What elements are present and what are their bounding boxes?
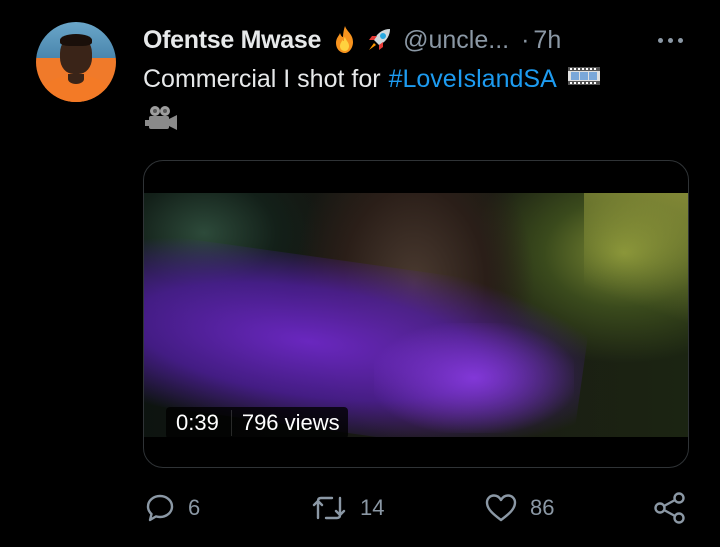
- author-name[interactable]: Ofentse Mwase: [143, 26, 321, 55]
- avatar-hair: [60, 34, 92, 46]
- reply-button[interactable]: 6: [144, 490, 200, 526]
- like-count: 86: [530, 495, 555, 520]
- tweet-text-prefix: Commercial I shot for: [143, 65, 381, 93]
- retweet-icon: [312, 496, 346, 520]
- author-emojis: [329, 24, 395, 56]
- separator-dot: ·: [521, 25, 530, 54]
- retweet-count: 14: [360, 495, 385, 520]
- video-card[interactable]: 0:39 796 views: [143, 160, 689, 468]
- like-button[interactable]: 86: [484, 490, 554, 526]
- avatar[interactable]: [36, 22, 116, 102]
- more-options-icon[interactable]: [650, 30, 690, 50]
- avatar-neck: [68, 74, 84, 84]
- share-icon: [654, 492, 685, 524]
- video-foliage: [584, 193, 688, 343]
- tweet-time[interactable]: 7h: [533, 26, 561, 55]
- video-thumbnail[interactable]: [144, 193, 688, 437]
- fire-icon: [336, 26, 354, 53]
- video-duration: 0:39: [176, 410, 219, 435]
- retweet-button[interactable]: 14: [310, 490, 384, 526]
- video-purple-blur-2: [374, 323, 574, 433]
- hashtag-link[interactable]: #LoveIslandSA: [389, 65, 557, 94]
- movie-camera-icon: [143, 104, 179, 139]
- reply-icon: [146, 494, 174, 522]
- rocket-icon: [369, 29, 391, 50]
- reply-count: 6: [188, 495, 201, 520]
- tweet-header: Ofentse Mwase @uncle... · 7h: [143, 22, 561, 58]
- share-button[interactable]: [652, 490, 688, 526]
- tweet-actions: 6 14 86: [0, 490, 720, 526]
- heart-icon: [485, 494, 517, 522]
- author-handle[interactable]: @uncle...: [403, 26, 509, 55]
- tweet-text: Commercial I shot for #LoveIslandSA: [143, 64, 601, 95]
- film-strip-icon: [567, 64, 601, 95]
- video-info-badge: 0:39 796 views: [166, 407, 348, 439]
- video-views: 796 views: [230, 410, 348, 436]
